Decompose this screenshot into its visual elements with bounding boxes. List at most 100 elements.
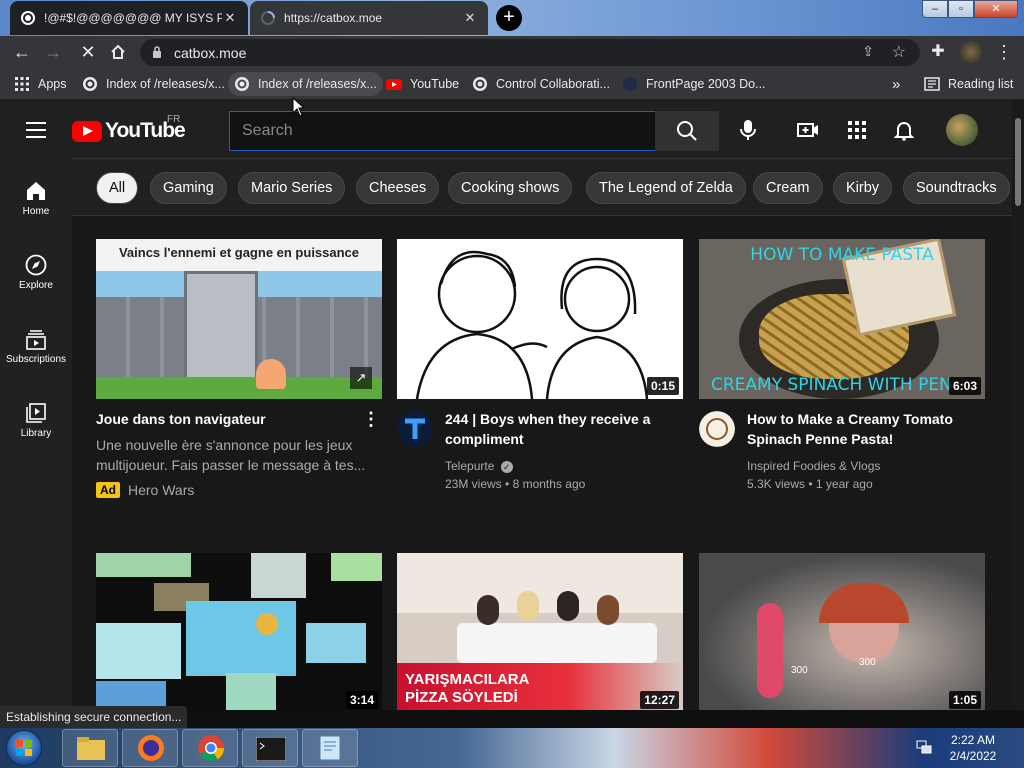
video-thumbnail[interactable]: HOW TO MAKE PASTA CREAMY SPINACH WITH PE… — [699, 239, 985, 399]
loading-spinner-icon — [261, 11, 275, 25]
taskbar-chrome[interactable] — [182, 729, 238, 767]
thumbnail-caption-bottom: CREAMY SPINACH WITH PEN — [711, 375, 952, 395]
close-window-button[interactable]: ✕ — [974, 0, 1018, 18]
browser-menu-kebab-icon[interactable]: ⋮ — [992, 40, 1016, 64]
search-input[interactable] — [230, 112, 655, 150]
youtube-logo[interactable]: YouTube FR — [72, 114, 186, 143]
tab-isys[interactable]: !@#$!@@@@@@@ MY ISYS PR ✕ — [10, 1, 248, 35]
video-thumbnail[interactable]: YARIŞMACILARA PİZZA SÖYLEDİ 12:27 — [397, 553, 683, 710]
chip-cream[interactable]: Cream — [753, 172, 823, 204]
taskbar-explorer[interactable] — [62, 729, 118, 767]
chip-mario-series[interactable]: Mario Series — [238, 172, 346, 204]
channel-name[interactable]: Telepurte — [445, 459, 494, 473]
overlay-counter: 300 — [791, 665, 808, 676]
user-avatar[interactable] — [946, 114, 978, 146]
video-card[interactable]: YARIŞMACILARA PİZZA SÖYLEDİ 12:27 — [397, 553, 683, 710]
minimize-button[interactable]: – — [922, 0, 948, 18]
bookmark-youtube[interactable]: YouTube — [380, 72, 465, 96]
channel-avatar[interactable] — [397, 411, 433, 447]
video-title[interactable]: How to Make a Creamy Tomato Spinach Penn… — [747, 409, 953, 449]
video-card[interactable]: 0:15 244 | Boys when they receive a comp… — [397, 239, 683, 509]
video-thumbnail[interactable]: 3:14 — [96, 553, 382, 710]
back-arrow-icon[interactable]: ← — [10, 40, 34, 64]
clock-time: 2:22 AM — [950, 733, 996, 747]
channel-name[interactable]: Inspired Foodies & Vlogs — [747, 457, 880, 475]
reading-list-label: Reading list — [948, 77, 1014, 91]
video-title-line: Spinach Penne Pasta! — [747, 431, 894, 447]
microphone-icon[interactable] — [736, 118, 760, 142]
scrollbar-thumb[interactable] — [1015, 118, 1021, 206]
tab-catbox[interactable]: https://catbox.moe ✕ — [250, 1, 488, 35]
taskbar-cmd[interactable] — [242, 729, 298, 767]
bookmarks-overflow-chevron-icon[interactable]: » — [886, 72, 906, 96]
windows-logo-icon — [16, 740, 32, 756]
chip-cheeses[interactable]: Cheeses — [356, 172, 440, 204]
bookmark-control-collaboration[interactable]: Control Collaborati... — [466, 72, 616, 96]
bookmark-apps[interactable]: Apps — [8, 72, 73, 96]
page-scrollbar[interactable] — [1012, 100, 1024, 710]
forward-arrow-icon[interactable]: → — [41, 40, 65, 64]
sidebar-item-home[interactable]: Home — [0, 170, 72, 230]
chrome-icon — [198, 735, 225, 762]
overlay-counter: 300 — [859, 657, 876, 668]
sidebar-label: Subscriptions — [5, 354, 67, 365]
close-tab-icon[interactable]: ✕ — [462, 10, 478, 26]
external-link-icon[interactable]: ↗ — [350, 367, 372, 389]
bookmark-star-icon[interactable]: ☆ — [892, 42, 906, 62]
video-title[interactable]: 244 | Boys when they receive a complimen… — [445, 409, 650, 449]
video-stats: 23M views • 8 months ago — [445, 475, 585, 493]
video-duration: 0:15 — [646, 377, 679, 395]
chip-kirby[interactable]: Kirby — [833, 172, 893, 204]
channel-avatar[interactable] — [699, 411, 735, 447]
tab-title: !@#$!@@@@@@@ MY ISYS PR — [44, 11, 222, 25]
taskbar-firefox[interactable] — [122, 729, 178, 767]
advertiser-name[interactable]: Hero Wars — [128, 482, 194, 498]
video-title[interactable]: Joue dans ton navigateur — [96, 409, 266, 429]
sidebar-item-library[interactable]: Library — [0, 392, 72, 452]
chip-legend-of-zelda[interactable]: The Legend of Zelda — [586, 172, 746, 204]
search-box[interactable] — [229, 111, 656, 151]
chip-soundtracks[interactable]: Soundtracks — [903, 172, 1010, 204]
bookmark-index-releases-1[interactable]: Index of /releases/x... — [76, 72, 231, 96]
network-icon[interactable] — [916, 740, 932, 754]
reading-list-button[interactable]: Reading list — [918, 72, 1019, 96]
ad-description: Une nouvelle ère s'annonce pour les jeux… — [96, 437, 366, 473]
globe-icon — [473, 77, 487, 91]
video-title-line: How to Make a Creamy Tomato — [747, 411, 953, 427]
profile-avatar[interactable] — [960, 41, 982, 63]
system-clock[interactable]: 2:22 AM 2/4/2022 — [940, 732, 1006, 764]
video-card-ad[interactable]: Vaincs l'ennemi et gagne en puissance ↗ … — [96, 239, 382, 509]
bookmark-label: Apps — [38, 77, 67, 91]
video-card[interactable]: HOW TO MAKE PASTA CREAMY SPINACH WITH PE… — [699, 239, 985, 509]
video-thumbnail[interactable]: 0:15 — [397, 239, 683, 399]
mouse-cursor-icon — [292, 97, 306, 117]
sidebar-item-explore[interactable]: Explore — [0, 244, 72, 304]
more-options-kebab-icon[interactable]: ⋮ — [362, 409, 380, 430]
bookmark-frontpage-2003[interactable]: FrontPage 2003 Do... — [616, 72, 772, 96]
sidebar-item-subscriptions[interactable]: Subscriptions — [0, 318, 72, 378]
chip-all[interactable]: All — [96, 172, 139, 204]
stop-loading-icon[interactable]: ✕ — [76, 40, 100, 64]
hamburger-menu-icon[interactable] — [26, 122, 46, 138]
close-tab-icon[interactable]: ✕ — [222, 10, 238, 26]
chip-cooking-shows[interactable]: Cooking shows — [448, 172, 573, 204]
address-bar[interactable]: catbox.moe ⇪ ☆ — [140, 39, 920, 66]
maximize-button[interactable]: ▫ — [948, 0, 974, 18]
share-icon[interactable]: ⇪ — [862, 43, 874, 60]
start-button[interactable] — [6, 730, 42, 766]
search-button[interactable] — [655, 111, 719, 151]
taskbar-notepad[interactable] — [302, 729, 358, 767]
apps-grid-icon[interactable] — [845, 118, 869, 142]
chip-gaming[interactable]: Gaming — [150, 172, 227, 204]
video-card[interactable]: 300 300 1:05 — [699, 553, 985, 710]
extensions-puzzle-icon[interactable]: ✚ — [926, 40, 950, 64]
video-thumbnail[interactable]: 300 300 1:05 — [699, 553, 985, 710]
notifications-bell-icon[interactable] — [892, 118, 916, 142]
video-card[interactable]: 3:14 — [96, 553, 382, 710]
video-thumbnail[interactable]: Vaincs l'ennemi et gagne en puissance ↗ — [96, 239, 382, 399]
ad-badge: Ad — [96, 482, 120, 498]
home-button-icon[interactable] — [106, 40, 130, 64]
new-tab-button[interactable]: + — [496, 5, 522, 31]
create-video-icon[interactable] — [796, 118, 820, 142]
bookmark-index-releases-2[interactable]: Index of /releases/x... — [228, 72, 383, 96]
